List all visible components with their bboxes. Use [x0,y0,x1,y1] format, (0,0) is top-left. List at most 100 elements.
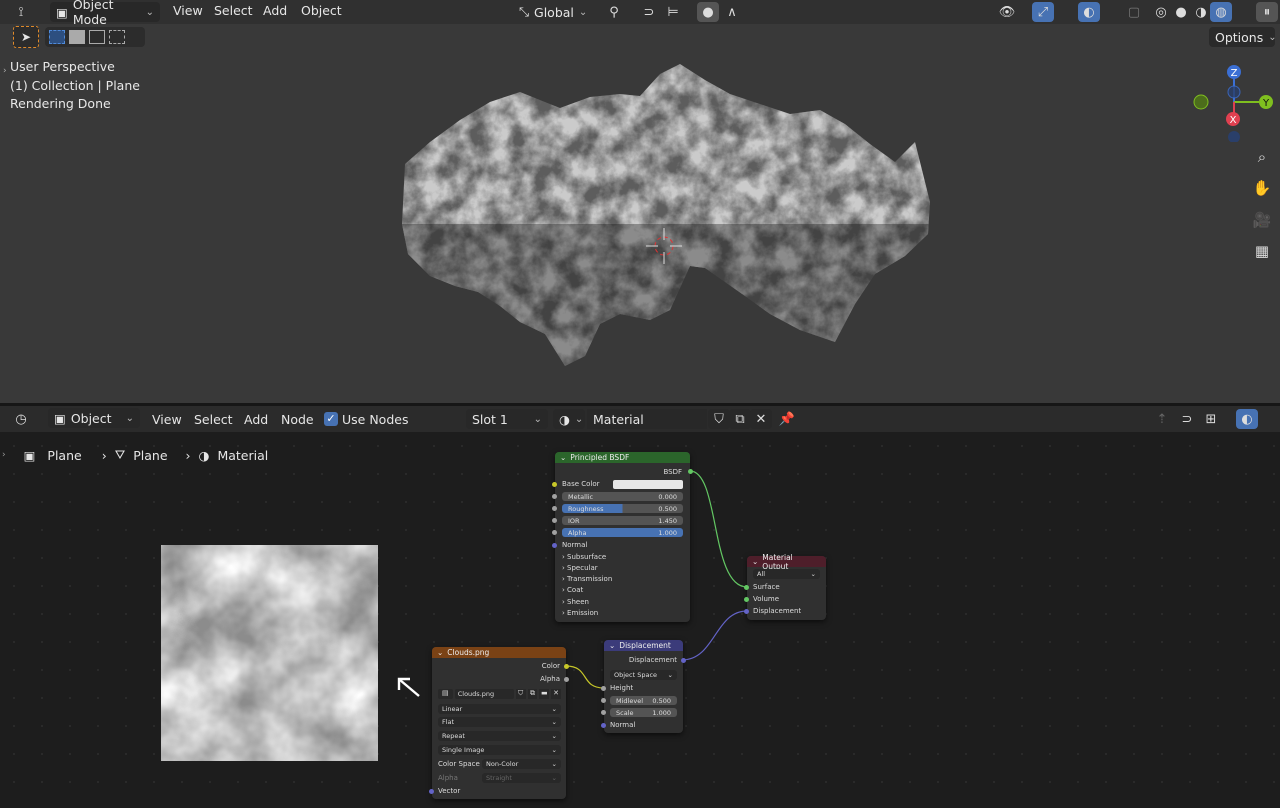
color-space-value: Non-Color [486,760,519,768]
extension-label: Repeat [442,732,465,740]
chevron-down-icon: ⌄ [551,746,557,754]
displacement-input-socket[interactable] [744,609,749,614]
normal-socket[interactable] [552,543,557,548]
chevron-down-icon: ⌄ [667,671,673,679]
node-title: Clouds.png [447,648,490,657]
collapse-icon[interactable]: ⌄ [609,641,615,650]
panel-label: Specular [567,564,598,572]
chevron-down-icon: ⌄ [810,570,816,578]
alpha-field[interactable]: Alpha 1.000 [562,528,683,537]
field-value: 0.500 [658,504,677,513]
space-label: Object Space [614,671,658,679]
interpolation-label: Linear [442,705,463,713]
field-label: IOR [568,516,580,525]
displacement-input-label: Displacement [753,607,802,615]
alpha-mode-label: Alpha [438,774,458,782]
displacement-node[interactable]: ⌄ Displacement Displacement Object Space… [601,640,686,733]
alpha-output-label: Alpha [540,675,560,683]
base-color-swatch[interactable] [613,480,683,489]
fake-user-shield-icon[interactable]: ⛉ [515,689,526,699]
color-space-dropdown[interactable]: Non-Color ⌄ [482,759,561,769]
surface-socket[interactable] [744,585,749,590]
panel-label: Emission [567,609,599,617]
node-title: Material Output [762,552,793,571]
node-header[interactable]: ⌄ Principled BSDF [555,452,690,463]
midlevel-socket[interactable] [601,698,606,703]
bsdf-output-label: BSDF [663,468,682,476]
target-label: All [757,570,766,578]
field-label: Roughness [568,504,604,513]
duplicate-icon[interactable]: ⧉ [527,689,538,699]
image-name-field[interactable]: Clouds.png [454,689,514,699]
collapse-icon[interactable]: ⌄ [437,648,443,657]
alpha-mode-dropdown[interactable]: Straight ⌄ [482,773,561,783]
image-selector: ▤ Clouds.png ⛉ ⧉ ▬ ✕ [438,689,562,699]
extension-dropdown[interactable]: Repeat ⌄ [438,731,561,741]
metallic-field[interactable]: Metallic 0.000 [562,492,683,501]
color-space-label: Color Space [438,760,480,768]
volume-socket[interactable] [744,597,749,602]
scale-socket[interactable] [601,710,606,715]
surface-label: Surface [753,583,780,591]
field-label: Midlevel [616,696,643,705]
interpolation-dropdown[interactable]: Linear ⌄ [438,704,561,714]
field-value: 0.500 [652,696,671,705]
image-browse-icon[interactable]: ▤ [438,689,453,699]
field-value: 1.000 [658,528,677,537]
metallic-socket[interactable] [552,494,557,499]
displacement-output-socket[interactable] [681,658,686,663]
panel-label: Coat [567,586,584,594]
folder-icon[interactable]: ▬ [539,689,550,699]
field-value: 0.000 [658,492,677,501]
node-header[interactable]: ⌄ Material Output [747,553,826,571]
projection-dropdown[interactable]: Flat ⌄ [438,717,561,727]
material-output-node[interactable]: ⌄ Material Output All ⌄ Surface Volume D… [744,553,826,620]
scale-field[interactable]: Scale 1.000 [610,708,677,717]
displacement-output-label: Displacement [628,656,677,664]
vector-socket[interactable] [429,789,434,794]
chevron-down-icon: ⌄ [551,705,557,713]
color-output-socket[interactable] [564,664,569,669]
height-socket[interactable] [601,686,606,691]
image-texture-node[interactable]: ⌄ Clouds.png Color Alpha ▤ Clouds.png ⛉ … [429,647,569,799]
node-title: Principled BSDF [570,453,630,462]
space-dropdown[interactable]: Object Space ⌄ [610,670,677,680]
collapse-icon[interactable]: ⌄ [560,453,566,462]
node-title: Displacement [619,641,671,650]
principled-bsdf-node[interactable]: ⌄ Principled BSDF BSDF Base Color Metall… [552,452,693,622]
output-target-dropdown[interactable]: All ⌄ [753,569,820,579]
node-header[interactable]: ⌄ Clouds.png [432,647,566,658]
source-dropdown[interactable]: Single Image ⌄ [438,745,561,755]
base-color-socket[interactable] [552,482,557,487]
collapse-icon[interactable]: ⌄ [752,557,758,566]
alpha-output-socket[interactable] [564,677,569,682]
panel-label: Transmission [567,575,613,583]
close-icon[interactable]: ✕ [551,689,562,699]
panel-coat[interactable]: › Coat [562,586,583,594]
normal-label: Normal [562,541,588,549]
roughness-socket[interactable] [552,506,557,511]
bsdf-output-socket[interactable] [688,469,693,474]
normal-socket[interactable] [601,723,606,728]
ior-field[interactable]: IOR 1.450 [562,516,683,525]
chevron-down-icon: ⌄ [551,774,557,782]
roughness-field[interactable]: Roughness 0.500 [562,504,683,513]
node-header[interactable]: ⌄ Displacement [604,640,683,651]
alpha-mode-value: Straight [486,774,512,782]
panel-sheen[interactable]: › Sheen [562,598,589,606]
panel-subsurface[interactable]: › Subsurface [562,553,606,561]
source-label: Single Image [442,746,485,754]
field-label: Scale [616,708,634,717]
base-color-label: Base Color [562,480,600,488]
field-value: 1.450 [658,516,677,525]
ior-socket[interactable] [552,518,557,523]
panel-emission[interactable]: › Emission [562,609,598,617]
volume-label: Volume [753,595,780,603]
midlevel-field[interactable]: Midlevel 0.500 [610,696,677,705]
normal-label: Normal [610,721,636,729]
color-output-label: Color [541,662,560,670]
panel-label: Subsurface [567,553,607,561]
panel-transmission[interactable]: › Transmission [562,575,612,583]
alpha-socket[interactable] [552,530,557,535]
panel-specular[interactable]: › Specular [562,564,598,572]
